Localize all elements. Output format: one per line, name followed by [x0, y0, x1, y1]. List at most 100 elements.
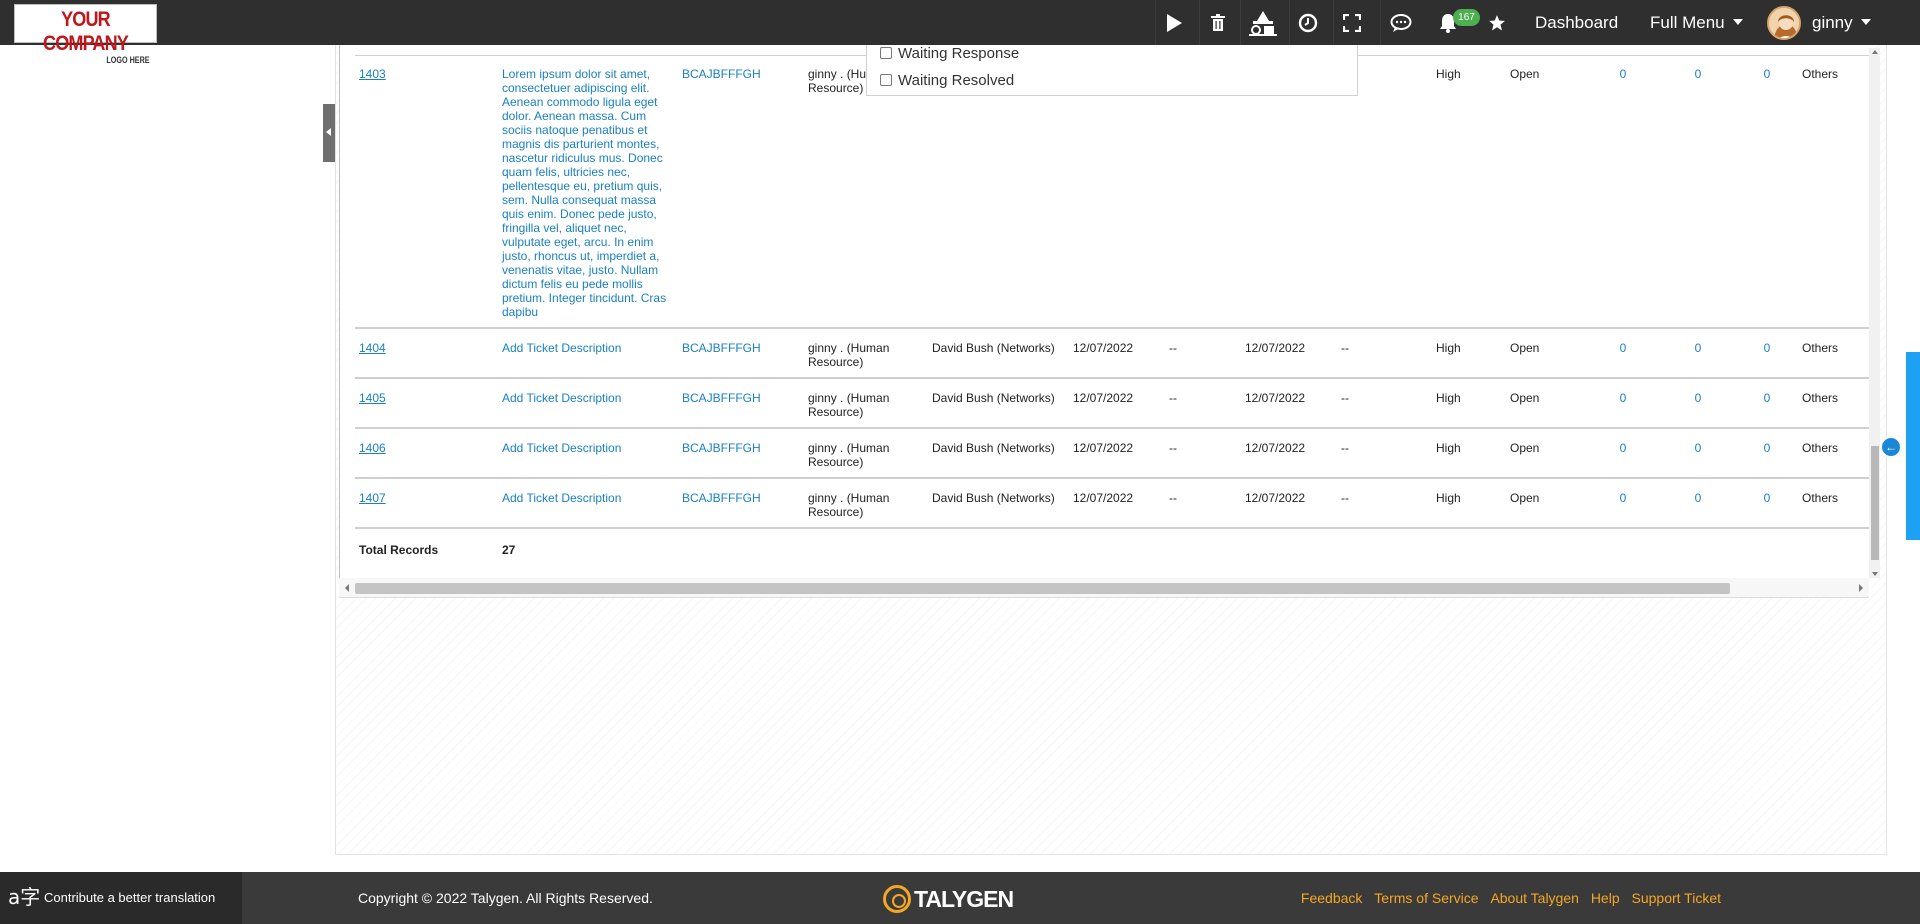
ticket-count-link[interactable]: 0 [1695, 491, 1702, 505]
total-records-label: Total Records [359, 543, 439, 557]
table-cell: 12/07/2022 [1069, 328, 1165, 378]
table-cell: Open [1506, 428, 1586, 478]
table-cell: 0 [1736, 478, 1798, 528]
ticket-id-link[interactable]: 1406 [359, 441, 386, 455]
ticket-count-link[interactable]: 0 [1764, 491, 1771, 505]
footer-link-feedback[interactable]: Feedback [1301, 890, 1362, 906]
favorites-button[interactable] [1482, 0, 1512, 45]
ticket-due-date: 12/07/2022 [1245, 391, 1306, 405]
avatar[interactable] [1767, 6, 1801, 40]
scroll-right-arrow-icon[interactable] [1859, 584, 1863, 592]
table-cell: -- [1165, 378, 1241, 428]
ticket-count-link[interactable]: 0 [1620, 391, 1627, 405]
side-panel-toggle-button[interactable]: ← [1880, 436, 1902, 458]
table-cell: 0 [1586, 328, 1660, 378]
status-option-waiting-response[interactable]: Waiting Response [880, 44, 1019, 62]
checkbox[interactable] [880, 47, 892, 59]
ticket-count-link[interactable]: 0 [1764, 391, 1771, 405]
ticket-count-link[interactable]: 0 [1764, 341, 1771, 355]
ticket-id-link[interactable]: 1403 [359, 67, 386, 81]
ticket-description-link[interactable]: Add Ticket Description [502, 441, 621, 455]
chat-button[interactable] [1380, 0, 1420, 45]
ticket-description-link[interactable]: Add Ticket Description [502, 341, 621, 355]
ticket-count-link[interactable]: 0 [1695, 341, 1702, 355]
ticket-description-link[interactable]: Lorem ipsum dolor sit amet, consectetuer… [502, 67, 666, 319]
ticket-field-placeholder: -- [1169, 491, 1177, 505]
ticket-field-placeholder: -- [1169, 341, 1177, 355]
scroll-down-arrow-icon[interactable] [1872, 572, 1878, 576]
footer-link-terms[interactable]: Terms of Service [1374, 890, 1478, 906]
ticket-category: Others [1802, 341, 1839, 355]
talygen-logo: TALYGEN [883, 884, 1014, 914]
full-menu-dropdown[interactable]: Full Menu [1650, 0, 1743, 45]
ticket-id-link[interactable]: 1407 [359, 491, 386, 505]
table-cell: David Bush (Networks) [928, 478, 1069, 528]
company-logo[interactable]: YOUR COMPANY LOGO HERE [14, 4, 157, 65]
table-cell: Others [1798, 378, 1869, 428]
translate-button[interactable]: a字 Contribute a better translation [0, 872, 242, 924]
table-cell: Open [1506, 56, 1586, 328]
timer-button[interactable] [1289, 0, 1325, 45]
scrollbar-thumb[interactable] [355, 583, 1730, 594]
ticket-count-link[interactable]: 0 [1620, 341, 1627, 355]
user-name: ginny [1812, 13, 1853, 32]
ticket-category: Others [1802, 491, 1839, 505]
ticket-priority: High [1436, 391, 1461, 405]
ticket-description-link[interactable]: Add Ticket Description [502, 491, 621, 505]
ticket-id-link[interactable]: 1404 [359, 341, 386, 355]
table-cell: 0 [1736, 428, 1798, 478]
ticket-priority: High [1436, 491, 1461, 505]
right-side-panel-strip[interactable] [1906, 352, 1920, 540]
ticket-requester: ginny . (Human Resource) [808, 391, 890, 419]
table-cell [678, 528, 1869, 568]
table-cell: -- [1337, 428, 1432, 478]
logo-line1: YOUR COMPANY [43, 8, 129, 55]
dashboard-link[interactable]: Dashboard [1535, 0, 1618, 45]
user-menu[interactable]: ginny [1812, 0, 1871, 45]
ticket-count-link[interactable]: 0 [1695, 441, 1702, 455]
grid-vertical-scrollbar[interactable] [1869, 48, 1880, 578]
table-cell: BCAJBFFFGH [678, 478, 804, 528]
footer-link-support[interactable]: Support Ticket [1632, 890, 1722, 906]
ticket-count-link[interactable]: 0 [1695, 391, 1702, 405]
ticket-status: Open [1510, 391, 1540, 405]
grid-horizontal-scrollbar[interactable] [339, 578, 1869, 598]
table-cell: 0 [1736, 328, 1798, 378]
fullscreen-button[interactable] [1333, 0, 1369, 45]
footer: a字 Contribute a better translation Copyr… [0, 872, 1920, 924]
ticket-status: Open [1510, 67, 1540, 81]
scroll-up-arrow-icon[interactable] [1872, 50, 1878, 54]
table-cell: Others [1798, 328, 1869, 378]
scroll-left-arrow-icon[interactable] [345, 584, 349, 592]
play-button[interactable] [1155, 0, 1191, 45]
tickets-table: 1403 Lorem ipsum dolor sit amet, consecte… [355, 56, 1869, 568]
ticket-assignee: David Bush (Networks) [932, 391, 1055, 405]
footer-link-help[interactable]: Help [1591, 890, 1620, 906]
ticket-count-link[interactable]: 0 [1764, 441, 1771, 455]
checkbox[interactable] [880, 74, 892, 86]
ticket-category: Others [1802, 441, 1839, 455]
ticket-count-link[interactable]: 0 [1620, 67, 1627, 81]
table-cell: Others [1798, 56, 1869, 328]
ticket-count-link[interactable]: 0 [1764, 67, 1771, 81]
table-cell: 0 [1660, 56, 1736, 328]
table-cell: Add Ticket Description [498, 378, 678, 428]
wizard-icon [1248, 10, 1277, 36]
ticket-description-link[interactable]: Add Ticket Description [502, 391, 621, 405]
footer-link-about[interactable]: About Talygen [1490, 890, 1578, 906]
table-cell: 0 [1586, 56, 1660, 328]
full-menu-label: Full Menu [1650, 13, 1725, 32]
table-cell: 0 [1660, 428, 1736, 478]
table-cell: Open [1506, 378, 1586, 428]
logo-line2: LOGO HERE [106, 55, 150, 65]
wizard-button[interactable] [1240, 0, 1284, 45]
status-option-waiting-resolved[interactable]: Waiting Resolved [880, 71, 1014, 89]
ticket-id-link[interactable]: 1405 [359, 391, 386, 405]
trash-button[interactable] [1199, 0, 1235, 45]
ticket-count-link[interactable]: 0 [1620, 441, 1627, 455]
table-cell: 1403 [355, 56, 498, 328]
ticket-count-link[interactable]: 0 [1620, 491, 1627, 505]
sidebar-collapse-toggle[interactable] [323, 104, 335, 162]
ticket-count-link[interactable]: 0 [1695, 67, 1702, 81]
scrollbar-thumb[interactable] [1871, 446, 1879, 560]
